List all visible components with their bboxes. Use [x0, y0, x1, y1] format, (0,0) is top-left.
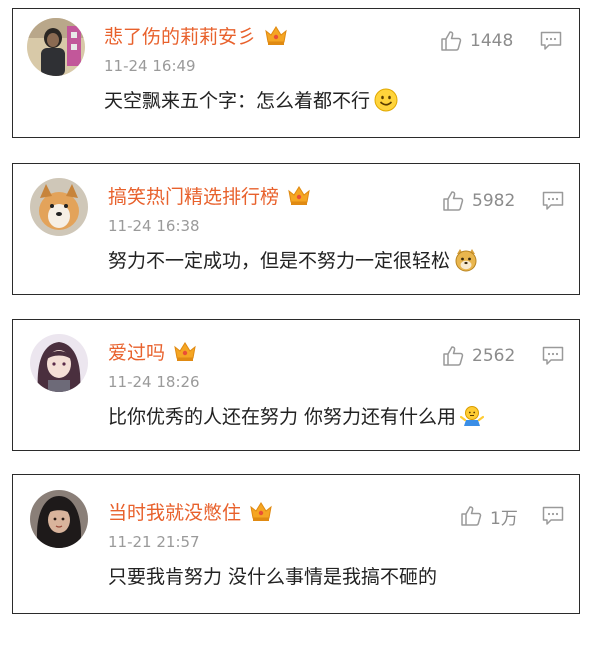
comment-text-body: 天空飘来五个字：怎么着都不行 [104, 90, 371, 112]
reply-button[interactable] [542, 506, 564, 526]
username-text[interactable]: 爱过吗 [108, 342, 165, 364]
timestamp: 11-24 18:26 [108, 373, 200, 391]
like-count: 5982 [472, 191, 516, 211]
thumbs-up-icon [443, 191, 464, 211]
like-count: 2562 [472, 346, 516, 366]
smile-emoji-icon [374, 88, 398, 112]
like-button[interactable]: 2562 [442, 343, 515, 369]
username[interactable]: 搞笑热门精选排行榜 [108, 184, 311, 209]
comment-text: 比你优秀的人还在努力 你努力还有什么用 [108, 404, 485, 430]
comment-feed: 悲了伤的莉莉安彡 11-24 16:49 天空飘来五个字：怎么着都不行 1448 [0, 0, 600, 645]
timestamp: 11-21 21:57 [108, 533, 200, 551]
user-avatar[interactable] [30, 490, 88, 548]
comment-bubble-icon [542, 346, 564, 365]
thumbs-up-icon [441, 31, 462, 51]
timestamp: 11-24 16:38 [108, 217, 200, 235]
comment-bubble-icon [540, 31, 562, 50]
crown-badge-icon [174, 342, 196, 361]
thumbs-up-icon [461, 506, 482, 526]
username-text[interactable]: 搞笑热门精选排行榜 [108, 186, 279, 208]
crown-badge-icon [265, 26, 287, 45]
like-button[interactable]: 1万 [460, 503, 518, 529]
comment-card [12, 474, 580, 614]
comment-text: 天空飘来五个字：怎么着都不行 [104, 88, 398, 114]
doge-emoji-icon [455, 249, 477, 272]
like-button[interactable]: 1448 [440, 28, 513, 54]
user-avatar[interactable] [30, 334, 88, 392]
crown-badge-icon [288, 186, 310, 205]
username[interactable]: 爱过吗 [108, 340, 197, 365]
reply-button[interactable] [540, 31, 562, 51]
comment-text-body: 努力不一定成功，但是不努力一定很轻松 [108, 250, 451, 272]
comment-text-body: 只要我肯努力 没什么事情是我搞不砸的 [108, 566, 438, 588]
comment-card [12, 163, 580, 295]
reply-button[interactable] [542, 346, 564, 366]
like-count: 1448 [470, 31, 514, 51]
like-count: 1万 [490, 508, 518, 529]
username-text[interactable]: 当时我就没憋住 [108, 502, 241, 524]
user-avatar[interactable] [27, 18, 85, 76]
comment-text: 努力不一定成功，但是不努力一定很轻松 [108, 248, 478, 274]
comment-text: 只要我肯努力 没什么事情是我搞不砸的 [108, 564, 437, 590]
thumbs-up-icon [443, 346, 464, 366]
username-text[interactable]: 悲了伤的莉莉安彡 [104, 26, 256, 48]
crown-badge-icon [250, 502, 272, 521]
comment-bubble-icon [542, 191, 564, 210]
user-avatar[interactable] [30, 178, 88, 236]
comment-bubble-icon [542, 506, 564, 525]
reply-button[interactable] [542, 191, 564, 211]
like-button[interactable]: 5982 [442, 188, 515, 214]
timestamp: 11-24 16:49 [104, 57, 196, 75]
username[interactable]: 当时我就没憋住 [108, 500, 273, 525]
username[interactable]: 悲了伤的莉莉安彡 [104, 24, 288, 49]
comment-card [12, 319, 580, 451]
comment-text-body: 比你优秀的人还在努力 你努力还有什么用 [108, 406, 457, 428]
shrug-emoji-icon [460, 406, 485, 426]
